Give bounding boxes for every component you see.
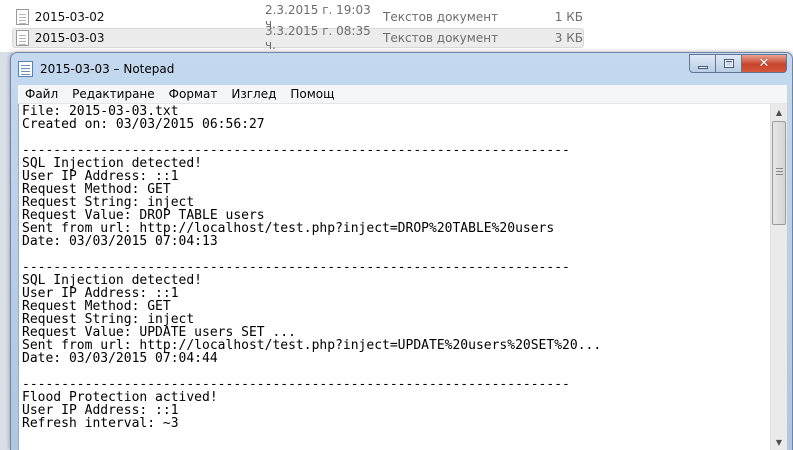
maximize-button[interactable] (716, 54, 742, 73)
scroll-up-button[interactable]: ▲ (771, 104, 787, 121)
menu-format[interactable]: Формат (162, 87, 225, 101)
document-icon (16, 9, 29, 25)
text-line: Refresh interval: ~3 (22, 416, 179, 431)
menu-help[interactable]: Помощ (283, 87, 341, 101)
file-type: Текстов документ (383, 10, 499, 24)
close-icon: ✕ (758, 56, 770, 71)
notepad-icon[interactable] (18, 61, 33, 77)
menu-bar: Файл Редактиране Формат Изглед Помощ (18, 85, 787, 104)
vertical-scrollbar[interactable]: ▲ ▼ (770, 104, 787, 450)
close-button[interactable]: ✕ (742, 54, 787, 73)
menu-edit[interactable]: Редактиране (65, 87, 162, 101)
file-name: 2015-03-02 (34, 10, 105, 24)
file-size: 1 КБ (554, 10, 583, 24)
menu-view[interactable]: Изглед (224, 87, 283, 101)
text-line: Date: 03/03/2015 07:04:44 (22, 351, 218, 366)
text-line: Date: 03/03/2015 07:04:13 (22, 234, 218, 249)
document-icon (16, 30, 29, 46)
file-type: Текстов документ (383, 31, 499, 45)
scroll-thumb[interactable] (772, 121, 786, 225)
scroll-down-icon: ▼ (775, 438, 783, 447)
notepad-window: 2015-03-03 – Notepad ✕ Файл Редактиране … (10, 52, 793, 450)
file-size: 3 КБ (554, 31, 583, 45)
editor-area: File: 2015-03-03.txt Created on: 03/03/20… (18, 104, 787, 450)
caption-buttons: ✕ (689, 54, 787, 73)
text-line: Created on: 03/03/2015 06:56:27 (22, 117, 265, 132)
text-content[interactable]: File: 2015-03-03.txt Created on: 03/03/20… (22, 105, 767, 450)
file-name: 2015-03-03 (34, 31, 105, 45)
maximize-icon (723, 59, 734, 68)
menu-file[interactable]: Файл (18, 87, 65, 101)
window-title: 2015-03-03 – Notepad (40, 62, 175, 76)
minimize-icon (697, 65, 708, 69)
scroll-down-button[interactable]: ▼ (771, 434, 787, 450)
minimize-button[interactable] (689, 54, 716, 73)
grip-icon (776, 168, 783, 175)
file-row-2015-03-03[interactable]: 2015-03-03 3.3.2015 г. 08:35 ч. Текстов … (12, 24, 584, 52)
title-bar[interactable]: 2015-03-03 – Notepad ✕ (11, 53, 792, 85)
file-date: 3.3.2015 г. 08:35 ч. (264, 24, 371, 52)
scroll-up-icon: ▲ (775, 108, 783, 117)
explorer-file-list: 2015-03-02 2.3.2015 г. 19:03 ч. Текстов … (0, 0, 793, 52)
